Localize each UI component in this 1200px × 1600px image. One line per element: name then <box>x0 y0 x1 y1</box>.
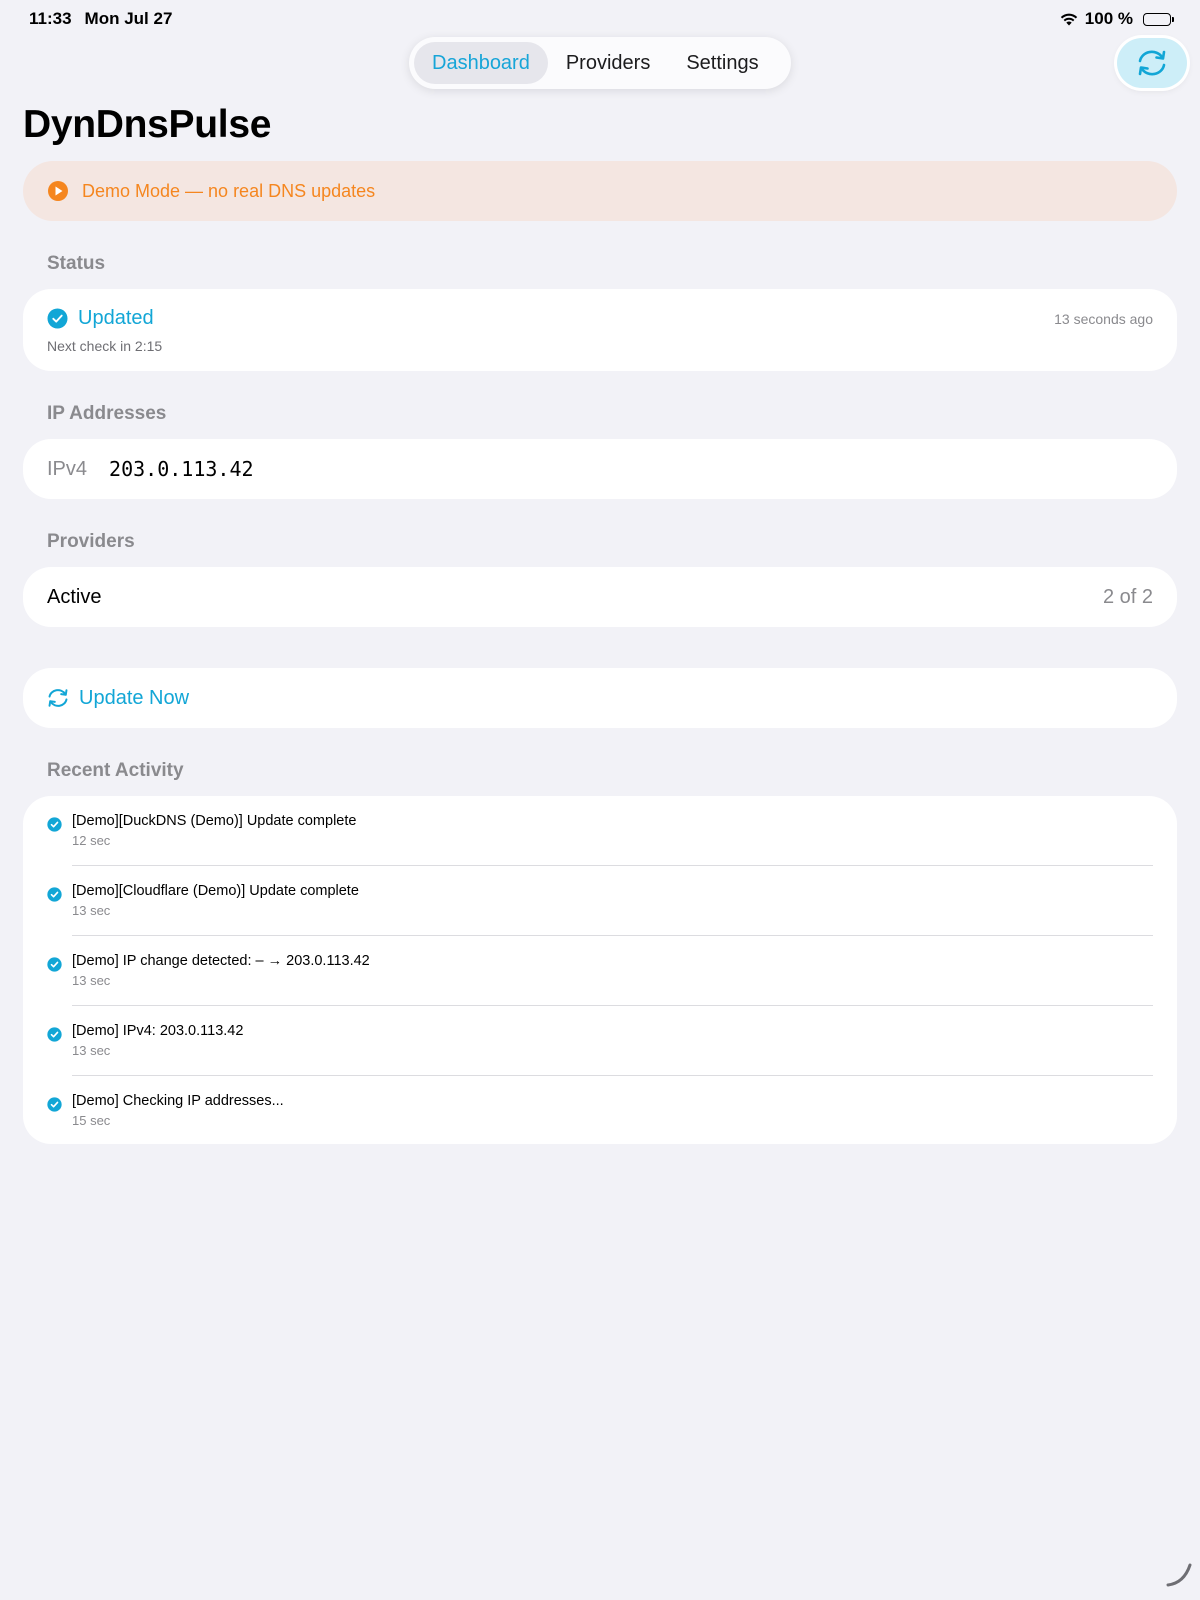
tab-providers[interactable]: Providers <box>548 42 668 84</box>
ipv4-value: 203.0.113.42 <box>109 457 254 481</box>
demo-mode-banner: Demo Mode — no real DNS updates <box>23 161 1177 221</box>
update-now-label: Update Now <box>79 686 190 709</box>
providers-active-count: 2 of 2 <box>1102 585 1153 608</box>
list-item: [Demo] IPv4: 203.0.113.42 13 sec <box>23 1006 1177 1076</box>
update-now-button[interactable]: Update Now <box>23 668 1177 728</box>
status-time-ago: 13 seconds ago <box>1054 311 1153 327</box>
refresh-icon <box>46 687 70 709</box>
ip-card: IPv4 203.0.113.42 <box>23 439 1177 499</box>
next-check-text: Next check in 2:15 <box>47 338 163 354</box>
status-section-header: Status <box>47 253 106 274</box>
checkmark-circle-icon <box>47 817 62 837</box>
list-item: [Demo] Checking IP addresses... 15 sec <box>23 1076 1177 1146</box>
providers-active-row[interactable]: Active 2 of 2 <box>23 567 1177 627</box>
activity-time: 13 sec <box>72 973 111 988</box>
activity-message: [Demo] IP change detected: – → 203.0.113… <box>72 953 370 969</box>
providers-active-label: Active <box>47 585 102 608</box>
activity-message: [Demo][DuckDNS (Demo)] Update complete <box>72 813 357 829</box>
page-title: DynDnsPulse <box>23 103 272 146</box>
activity-time: 13 sec <box>72 1043 111 1058</box>
status-state: Updated <box>78 307 154 329</box>
battery-icon <box>1143 12 1174 26</box>
corner-resize-icon <box>1164 1559 1194 1594</box>
checkmark-circle-icon <box>47 887 62 907</box>
activity-message: [Demo] Checking IP addresses... <box>72 1093 284 1109</box>
list-item: [Demo] IP change detected: – → 203.0.113… <box>23 936 1177 1006</box>
checkmark-circle-icon <box>47 1097 62 1117</box>
checkmark-circle-icon <box>47 308 68 329</box>
banner-text: Demo Mode — no real DNS updates <box>82 180 376 201</box>
wifi-icon <box>1059 12 1079 27</box>
checkmark-circle-icon <box>47 1027 62 1047</box>
tab-settings[interactable]: Settings <box>668 42 776 84</box>
play-circle-icon <box>47 180 69 202</box>
activity-time: 15 sec <box>72 1113 111 1128</box>
refresh-button[interactable] <box>1117 38 1187 88</box>
activity-message: [Demo] IPv4: 203.0.113.42 <box>72 1023 244 1039</box>
activity-time: 12 sec <box>72 833 111 848</box>
ip-section-header: IP Addresses <box>47 403 167 424</box>
tab-dashboard[interactable]: Dashboard <box>414 42 548 84</box>
list-item: [Demo][Cloudflare (Demo)] Update complet… <box>23 866 1177 936</box>
status-card: Updated 13 seconds ago Next check in 2:1… <box>23 289 1177 371</box>
status-date: Mon Jul 27 <box>84 9 173 28</box>
refresh-icon <box>1135 48 1169 78</box>
status-indicators: 100 % <box>1059 9 1174 29</box>
battery-percent: 100 % <box>1084 9 1133 28</box>
activity-list: [Demo][DuckDNS (Demo)] Update complete 1… <box>23 796 1177 1144</box>
activity-section-header: Recent Activity <box>47 760 184 781</box>
list-item: [Demo][DuckDNS (Demo)] Update complete 1… <box>23 796 1177 866</box>
status-time: 11:33 <box>29 9 72 28</box>
tab-bar: Dashboard Providers Settings <box>409 37 791 89</box>
activity-time: 13 sec <box>72 903 111 918</box>
activity-message: [Demo][Cloudflare (Demo)] Update complet… <box>72 883 359 899</box>
status-bar: 11:33 Mon Jul 27 100 % <box>29 8 1174 30</box>
checkmark-circle-icon <box>47 957 62 977</box>
ipv4-label: IPv4 <box>47 457 88 480</box>
providers-section-header: Providers <box>47 531 135 552</box>
